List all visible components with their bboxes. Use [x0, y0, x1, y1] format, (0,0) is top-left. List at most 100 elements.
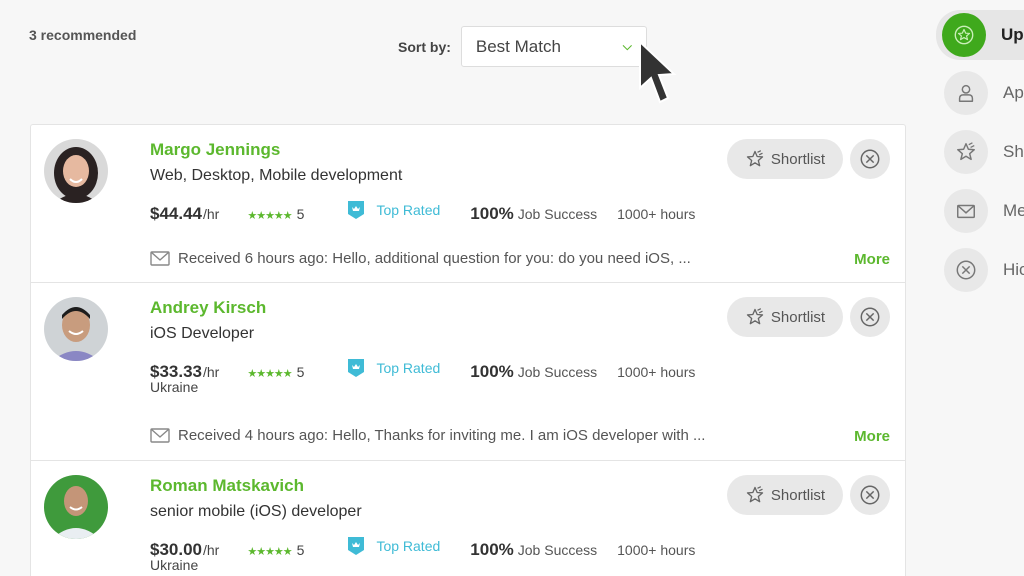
shortlist-star-icon — [746, 308, 764, 325]
job-success-pct: 100% — [470, 540, 514, 559]
badge-label: Top Rated — [376, 538, 441, 554]
hide-button[interactable] — [850, 297, 890, 337]
sort-label: Sort by: — [398, 38, 451, 55]
message-text: Received 4 hours ago: Hello, Thanks for … — [178, 427, 706, 444]
sidebar-item-me[interactable]: Me — [936, 188, 1024, 234]
shortlist-button[interactable]: Shortlist — [727, 139, 843, 179]
shield-badge-icon — [348, 201, 365, 219]
top-rated-badge: Top Rated — [348, 201, 440, 219]
rating-value: 5 — [296, 364, 305, 380]
freelancer-title: iOS Developer — [150, 325, 255, 342]
sidebar-item-ap[interactable]: Ap — [936, 70, 1024, 116]
mail-icon — [150, 251, 170, 266]
shortlist-star-icon — [746, 486, 764, 503]
sidebar-item-sh[interactable]: Sh — [936, 129, 1024, 175]
job-success-label: Job Success — [517, 364, 598, 380]
avatar[interactable] — [44, 475, 108, 539]
close-circle-icon — [860, 485, 880, 505]
close-circle-icon — [860, 149, 880, 169]
shortlist-label: Shortlist — [770, 150, 826, 168]
sidebar-label: Hic — [1003, 260, 1024, 279]
sort-control: Sort by: Best Match ⌵ — [398, 26, 647, 67]
star-badge-icon — [954, 25, 974, 45]
job-success-pct: 100% — [470, 362, 514, 381]
sort-select[interactable]: Best Match ⌵ — [460, 26, 647, 67]
shortlist-label: Shortlist — [770, 308, 826, 326]
shield-badge-icon — [348, 359, 365, 377]
freelancer-stats: $33.33 /hr ★★★★★ 5 Top Rated 100% Job Suc… — [150, 359, 695, 382]
job-success-label: Job Success — [517, 206, 598, 222]
sidebar-nav: Up Ap Sh Me Hic — [936, 10, 1024, 306]
freelancer-card[interactable]: Roman Matskavich senior mobile (iOS) dev… — [31, 461, 905, 576]
hourly-rate: $44.44 — [150, 204, 202, 223]
job-success: 100% Job Success — [470, 204, 597, 224]
message-preview: Received 4 hours ago: Hello, Thanks for … — [150, 427, 705, 444]
freelancer-name[interactable]: Roman Matskavich — [150, 476, 304, 496]
shortlist-label: Shortlist — [770, 486, 826, 504]
shortlist-button[interactable]: Shortlist — [727, 475, 843, 515]
job-success-pct: 100% — [470, 204, 514, 223]
rating-value: 5 — [296, 206, 305, 222]
star-rating-icon: ★★★★★ — [247, 210, 292, 222]
recommended-count: 3 recommended — [29, 27, 137, 43]
mouse-cursor-icon — [639, 40, 677, 104]
freelancer-stats: $30.00 /hr ★★★★★ 5 Top Rated 100% Job Suc… — [150, 537, 695, 560]
sidebar-label: Ap — [1003, 83, 1024, 102]
freelancer-stats: $44.44 /hr ★★★★★ 5 Top Rated 100% Job Suc… — [150, 201, 695, 224]
freelancer-card[interactable]: Margo Jennings Web, Desktop, Mobile deve… — [31, 125, 905, 283]
freelancer-list: Margo Jennings Web, Desktop, Mobile deve… — [30, 124, 906, 576]
sort-value: Best Match — [475, 36, 561, 56]
sidebar-label: Me — [1003, 201, 1024, 220]
freelancer-title: senior mobile (iOS) developer — [150, 503, 362, 520]
avatar[interactable] — [44, 139, 108, 203]
rate-unit: /hr — [203, 206, 220, 222]
freelancer-title: Web, Desktop, Mobile development — [150, 167, 403, 184]
sidebar-label: Up — [1001, 25, 1024, 44]
message-text: Received 6 hours ago: Hello, additional … — [178, 250, 691, 267]
freelancer-name[interactable]: Andrey Kirsch — [150, 298, 266, 318]
avatar[interactable] — [44, 297, 108, 361]
message-preview: Received 6 hours ago: Hello, additional … — [150, 250, 691, 267]
sidebar-label: Sh — [1003, 142, 1024, 161]
close-circle-icon — [860, 307, 880, 327]
sidebar-item-up[interactable]: Up — [936, 10, 1024, 60]
job-success: 100% Job Success — [470, 540, 597, 560]
sidebar-icon-circle — [944, 248, 988, 292]
top-rated-badge: Top Rated — [348, 537, 440, 555]
rate-unit: /hr — [203, 542, 220, 558]
badge-label: Top Rated — [376, 360, 441, 376]
more-link[interactable]: More — [854, 428, 890, 445]
mail-icon — [957, 204, 975, 219]
shortlist-star-icon — [957, 142, 975, 161]
hide-button[interactable] — [850, 139, 890, 179]
sidebar-icon-circle — [944, 71, 988, 115]
freelancer-location: Ukraine — [150, 557, 199, 573]
shortlist-button[interactable]: Shortlist — [727, 297, 843, 337]
person-icon — [958, 84, 974, 102]
hide-button[interactable] — [850, 475, 890, 515]
close-circle-icon — [956, 260, 976, 280]
sidebar-icon-circle — [944, 189, 988, 233]
mail-icon — [150, 428, 170, 443]
rating-value: 5 — [296, 542, 305, 558]
job-success: 100% Job Success — [470, 362, 597, 382]
freelancer-name[interactable]: Margo Jennings — [150, 140, 280, 160]
freelancer-location: Ukraine — [150, 379, 199, 395]
shortlist-star-icon — [746, 150, 764, 167]
badge-label: Top Rated — [376, 202, 441, 218]
hours-worked: 1000+ hours — [617, 206, 696, 222]
star-rating-icon: ★★★★★ — [247, 368, 292, 380]
freelancer-card[interactable]: Andrey Kirsch iOS Developer $33.33 /hr ★… — [31, 283, 905, 461]
shield-badge-icon — [348, 537, 365, 555]
chevron-down-icon: ⌵ — [622, 39, 632, 53]
hours-worked: 1000+ hours — [617, 542, 696, 558]
job-success-label: Job Success — [517, 542, 598, 558]
sidebar-item-hidden[interactable]: Hic — [936, 247, 1024, 293]
star-rating-icon: ★★★★★ — [247, 546, 292, 558]
sidebar-icon-circle — [942, 13, 986, 57]
more-link[interactable]: More — [854, 251, 890, 268]
hours-worked: 1000+ hours — [617, 364, 696, 380]
rate-unit: /hr — [203, 364, 220, 380]
top-rated-badge: Top Rated — [348, 359, 440, 377]
sidebar-icon-circle — [944, 130, 988, 174]
